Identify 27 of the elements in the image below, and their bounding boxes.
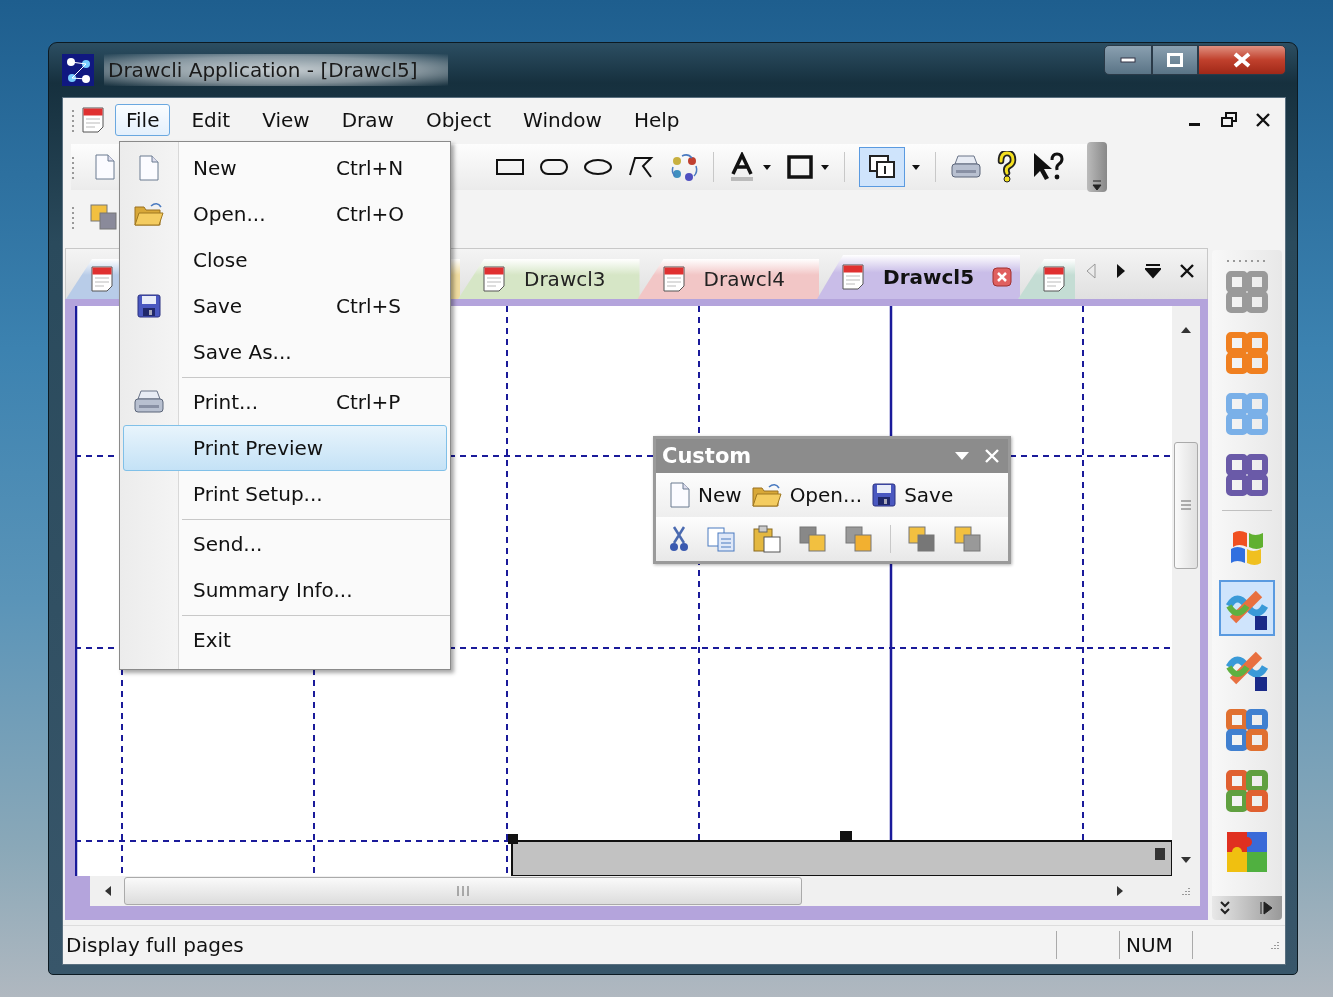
menu-item[interactable]: Print Preview [123, 425, 447, 471]
menu-item[interactable]: Print Setup... [123, 471, 447, 517]
menu-item[interactable]: Window [512, 104, 613, 136]
menu-item[interactable]: Close [123, 237, 447, 283]
menu-item[interactable]: Send... [123, 521, 447, 567]
menu-item[interactable]: Object [414, 104, 503, 136]
menu-item[interactable]: Help [622, 104, 691, 136]
menu-item[interactable]: Draw [330, 104, 405, 136]
toolbar-button[interactable]: New [668, 482, 744, 508]
toolbar-button[interactable]: Open... [749, 482, 865, 508]
menu-item[interactable]: View [251, 104, 321, 136]
menu-item[interactable]: File [115, 104, 171, 136]
document-tab[interactable]: Drawcl5 [817, 255, 1021, 299]
menu-item[interactable]: Print... Ctrl+P [123, 379, 447, 425]
toolbar-button[interactable]: Save [870, 483, 956, 507]
window-title: Drawcli Application - [Drawcl5] [104, 54, 448, 86]
menu-item[interactable]: Summary Info... [123, 567, 447, 613]
document-tab[interactable]: Drawcl4 [637, 259, 820, 299]
menu-item[interactable]: Edit [180, 104, 242, 136]
num-lock-indicator: NUM [1126, 933, 1173, 957]
toolbar-title: Custom [662, 444, 752, 468]
document-tab[interactable]: Drawcl3 [458, 259, 640, 299]
menu-item[interactable]: Exit [123, 617, 447, 663]
menu-item[interactable]: Save Ctrl+S [123, 283, 447, 329]
menu-item[interactable]: Open... Ctrl+O [123, 191, 447, 237]
status-message: Display full pages [66, 933, 244, 957]
menu-item[interactable]: Save As... [123, 329, 447, 375]
